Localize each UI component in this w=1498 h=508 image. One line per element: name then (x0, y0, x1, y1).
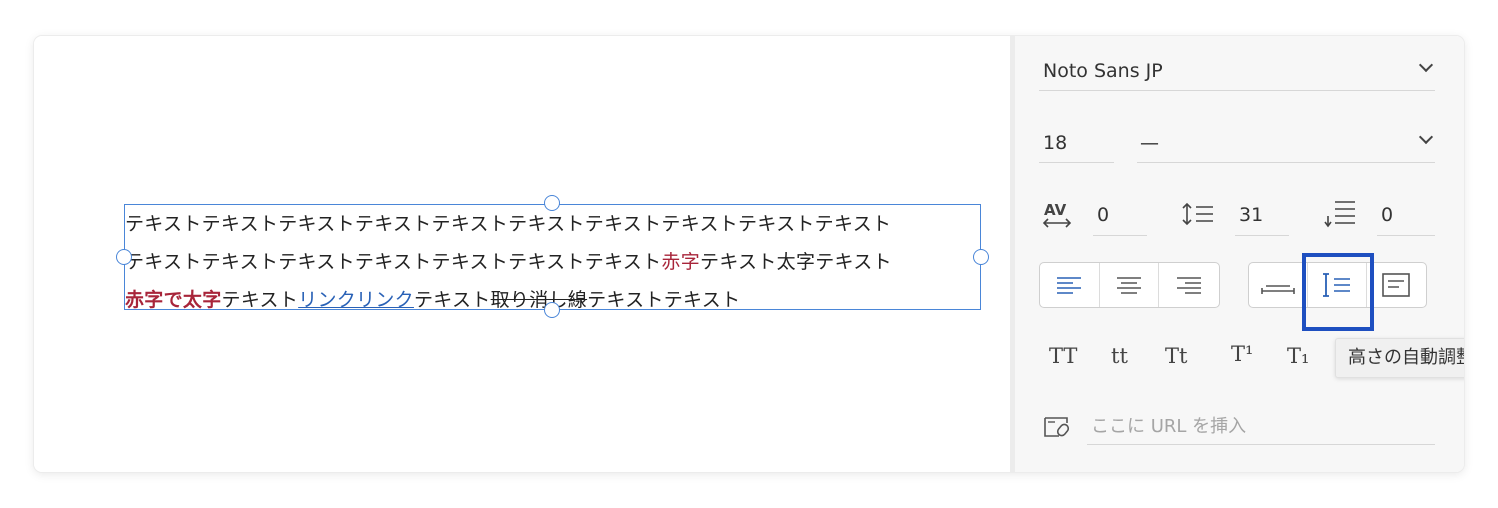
url-input[interactable]: ここに URL を挿入 (1091, 412, 1246, 438)
letter-spacing-underline (1093, 235, 1147, 236)
text-frame-selection[interactable]: テキストテキストテキストテキストテキストテキストテキストテキストテキストテキスト… (116, 195, 989, 318)
align-left-icon (1057, 277, 1082, 294)
red-bold-text-run: 赤字で太字 (125, 289, 222, 311)
red-text-run: 赤字 (661, 251, 701, 273)
uppercase-button[interactable]: TT (1049, 344, 1077, 368)
letter-spacing-input[interactable]: 0 (1097, 204, 1109, 226)
fixed-size-button[interactable] (1367, 263, 1426, 307)
paragraph-spacing-underline (1377, 235, 1435, 236)
auto-width-icon (1261, 285, 1295, 294)
align-right-button[interactable] (1159, 263, 1219, 307)
text-run: テキスト太字テキスト (700, 251, 892, 273)
align-center-button[interactable] (1100, 263, 1160, 307)
font-weight-select[interactable]: — (1140, 132, 1159, 154)
font-family-select[interactable]: Noto Sans JP (1043, 60, 1163, 82)
auto-width-button[interactable] (1249, 263, 1308, 307)
line-height-input[interactable]: 31 (1239, 204, 1263, 226)
chevron-down-icon[interactable] (1418, 129, 1434, 145)
resize-handle-left[interactable] (116, 249, 132, 265)
font-size-input[interactable]: 18 (1043, 132, 1067, 154)
align-center-icon (1117, 277, 1141, 294)
text-run: テキスト (413, 289, 491, 311)
align-left-button[interactable] (1040, 263, 1100, 307)
link-icon (1044, 417, 1070, 437)
link-text-run[interactable]: リンクリンク (298, 289, 414, 311)
font-family-underline (1039, 90, 1435, 91)
font-size-underline (1039, 162, 1114, 163)
canvas-area[interactable]: テキストテキストテキストテキストテキストテキストテキストテキストテキストテキスト… (34, 36, 1010, 472)
fixed-size-icon (1382, 273, 1411, 297)
line-height-underline (1235, 235, 1289, 236)
svg-text:AV: AV (1044, 201, 1067, 219)
resize-handle-right[interactable] (973, 249, 989, 265)
line-height-icon (1182, 202, 1213, 226)
tooltip-auto-height: 高さの自動調整 (1335, 338, 1464, 378)
strikethrough-text-run: 取り消し線 (490, 289, 588, 311)
annotation-highlight-box (1302, 253, 1374, 331)
subscript-button[interactable]: T₁ (1287, 344, 1309, 368)
chevron-down-icon[interactable] (1418, 57, 1434, 73)
align-right-icon (1177, 277, 1202, 294)
superscript-button[interactable]: T¹ (1231, 342, 1253, 366)
lowercase-button[interactable]: tt (1111, 344, 1128, 368)
paragraph-spacing-input[interactable]: 0 (1381, 204, 1393, 226)
font-weight-underline (1137, 162, 1435, 163)
text-properties-panel: Noto Sans JP 18 — AV 0 31 0 TT tt Tt T¹ … (1015, 36, 1464, 472)
titlecase-button[interactable]: Tt (1165, 344, 1187, 368)
text-line-2: テキストテキストテキストテキストテキストテキストテキスト赤字テキスト太字テキスト (125, 243, 982, 281)
text-run: テキストテキストテキストテキストテキストテキストテキストテキストテキストテキスト (125, 213, 892, 235)
url-underline (1087, 444, 1435, 445)
editor-window: テキストテキストテキストテキストテキストテキストテキストテキストテキストテキスト… (34, 36, 1464, 472)
text-run: テキスト (221, 289, 299, 311)
text-run: テキストテキスト (587, 289, 741, 311)
text-run: テキストテキストテキストテキストテキストテキストテキスト (125, 251, 662, 273)
text-align-group (1039, 262, 1220, 308)
resize-handle-bottom[interactable] (544, 302, 560, 318)
letter-spacing-icon: AV (1042, 201, 1072, 228)
resize-handle-top[interactable] (544, 195, 560, 211)
paragraph-spacing-icon (1324, 201, 1355, 228)
